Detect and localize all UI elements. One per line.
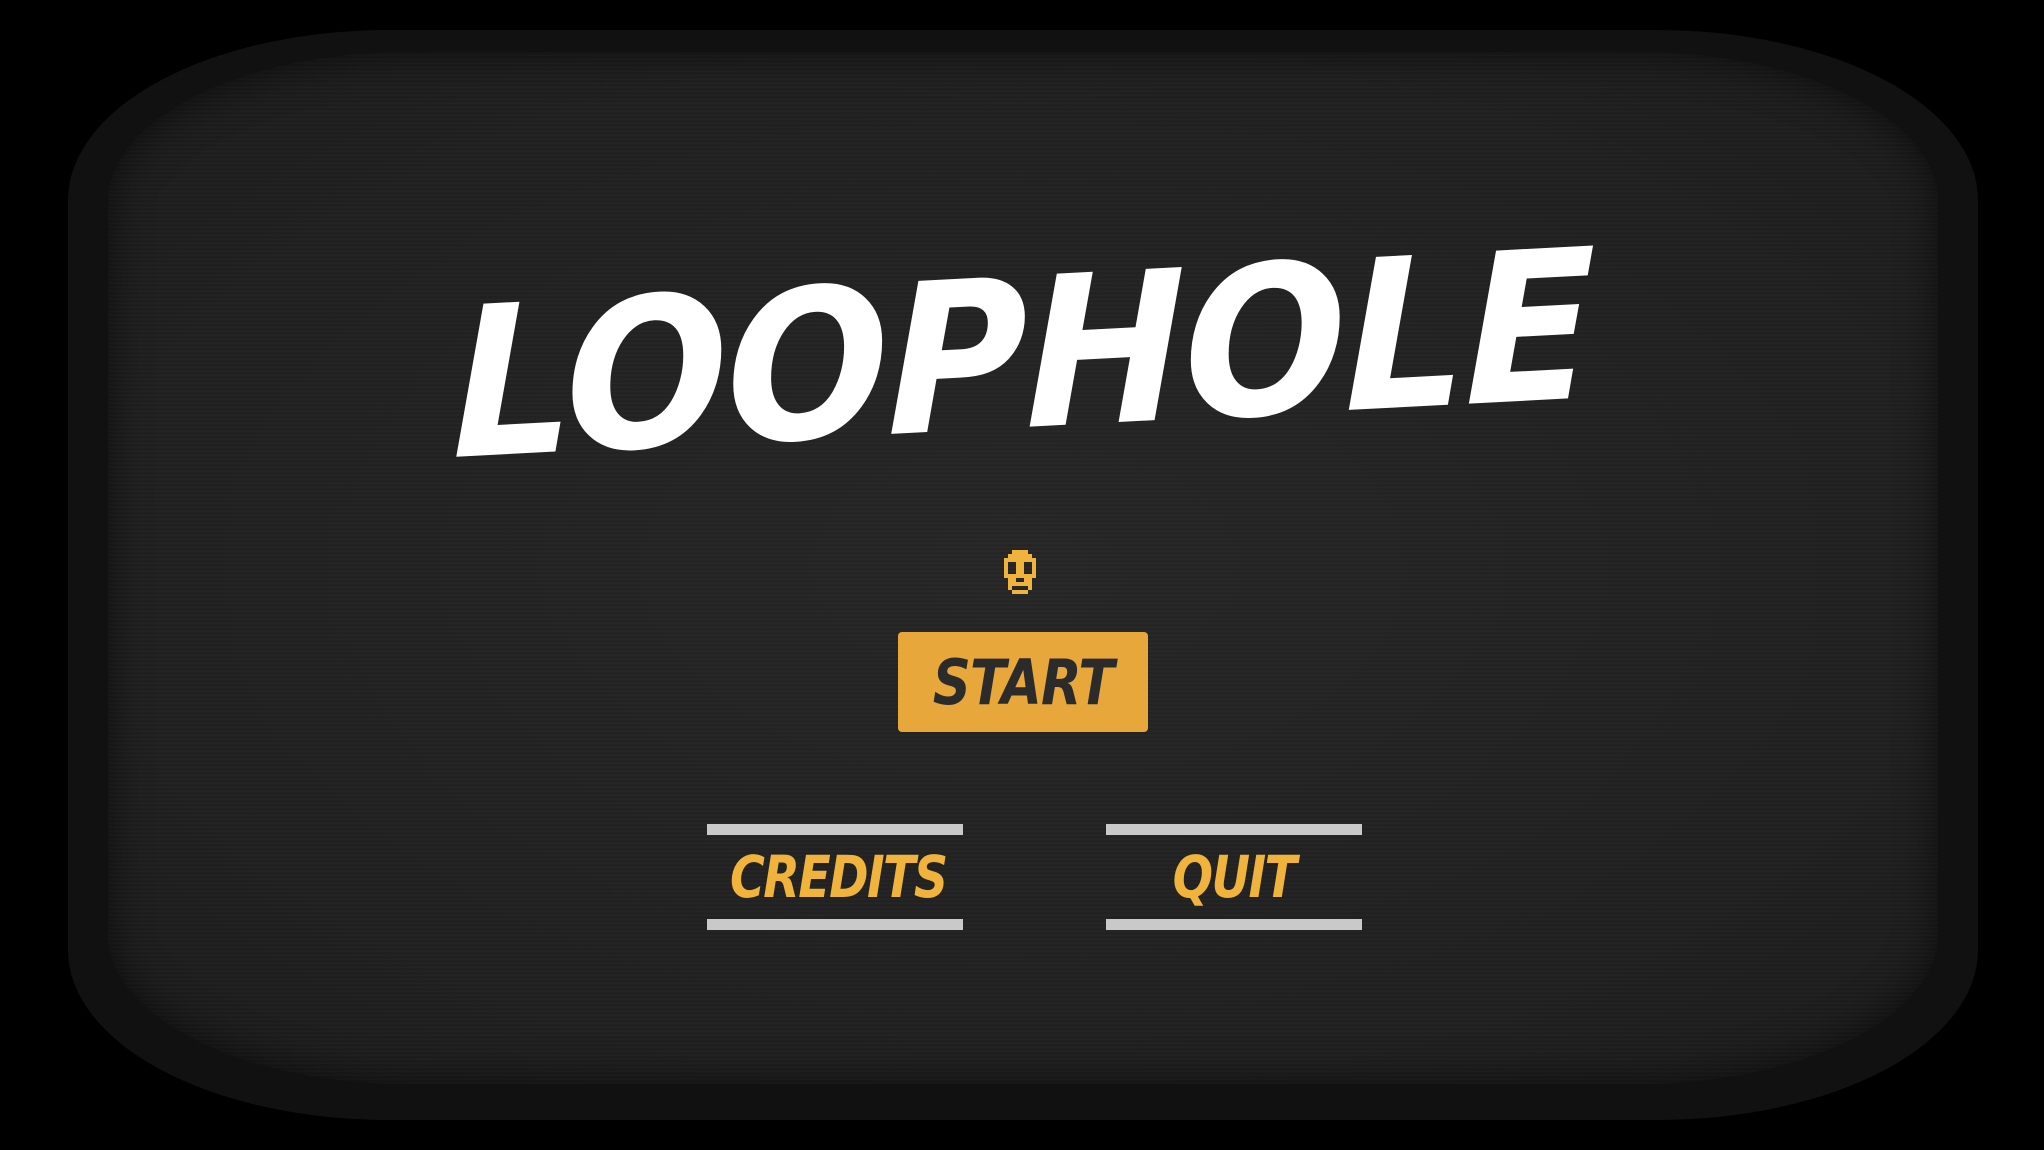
game-title: LOOPHOLE [452,205,1594,507]
quit-button-label: QUIT [1172,843,1297,911]
quit-bottom-bar [1106,919,1362,930]
quit-top-bar [1106,824,1362,835]
skull-icon [1000,550,1040,598]
credits-bottom-bar [707,919,963,930]
start-button-label: START [932,645,1114,719]
main-menu-screen: LOOPHOLE START CREDITS QUIT [108,52,1938,1084]
credits-button-label: CREDITS [730,843,948,911]
game-viewport: LOOPHOLE START CREDITS QUIT [0,0,2044,1150]
start-button[interactable]: START [898,632,1148,732]
quit-button[interactable]: QUIT [1106,824,1362,930]
credits-top-bar [707,824,963,835]
credits-button[interactable]: CREDITS [707,824,963,930]
